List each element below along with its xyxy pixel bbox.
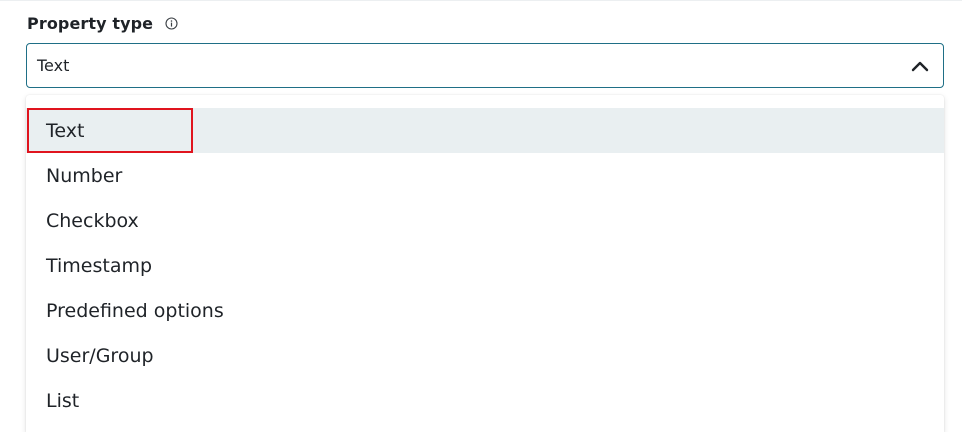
option-label: List bbox=[46, 389, 80, 412]
property-type-label: Property type bbox=[27, 13, 154, 33]
option-label: User/Group bbox=[46, 344, 154, 367]
option-predefined-options[interactable]: Predefined options bbox=[26, 288, 944, 333]
property-type-dropdown: Text Number Checkbox Timestamp Predefine… bbox=[26, 95, 944, 432]
option-text[interactable]: Text bbox=[26, 108, 944, 153]
option-label: Predefined options bbox=[46, 299, 224, 322]
select-current-value: Text bbox=[37, 56, 70, 75]
field-label-row: Property type bbox=[27, 12, 178, 34]
option-list[interactable]: List bbox=[26, 378, 944, 423]
chevron-up-icon[interactable] bbox=[909, 55, 931, 77]
info-icon[interactable] bbox=[165, 16, 178, 30]
option-label: Checkbox bbox=[46, 209, 139, 232]
property-type-select[interactable]: Text bbox=[26, 43, 944, 88]
option-user-group[interactable]: User/Group bbox=[26, 333, 944, 378]
option-number[interactable]: Number bbox=[26, 153, 944, 198]
option-label: Text bbox=[46, 119, 85, 142]
option-timestamp[interactable]: Timestamp bbox=[26, 243, 944, 288]
option-label: Number bbox=[46, 164, 123, 187]
option-checkbox[interactable]: Checkbox bbox=[26, 198, 944, 243]
option-label: Timestamp bbox=[46, 254, 153, 277]
property-type-form: Property type Text Text Number Checkbox bbox=[0, 0, 962, 432]
